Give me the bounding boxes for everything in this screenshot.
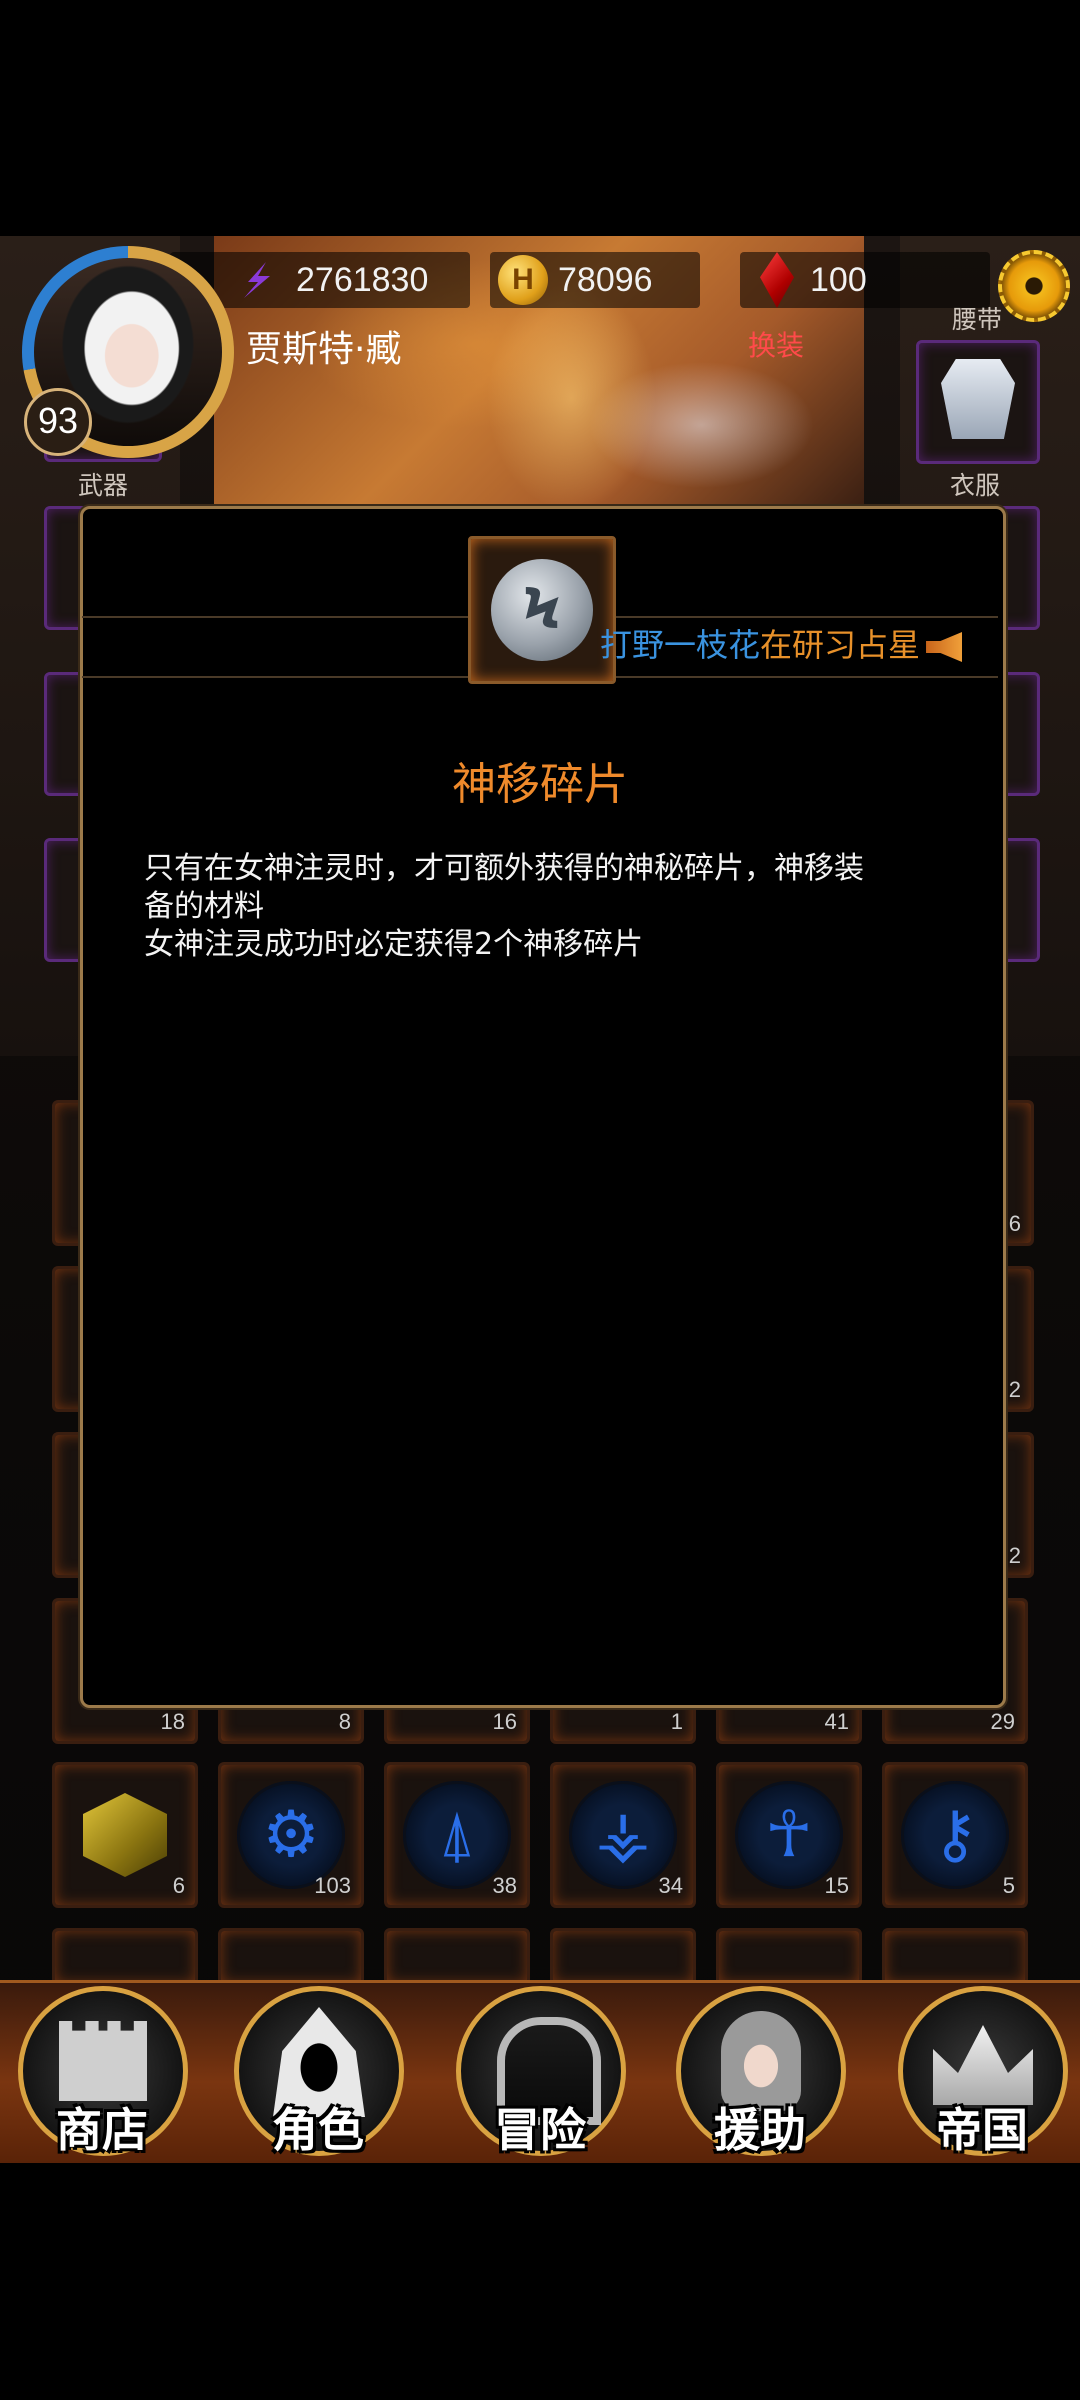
gold-coin-icon: H (498, 255, 548, 305)
announcement-player: 打野一枝花 (600, 626, 761, 664)
settings-gear-icon[interactable] (998, 250, 1070, 322)
nav-shop-button[interactable]: 商店 (18, 1986, 188, 2157)
item-count: 103 (314, 1873, 351, 1898)
power-display: 2761830 (236, 252, 428, 308)
power-bolt-icon (244, 262, 270, 298)
inventory-slot[interactable] (882, 1928, 1028, 1986)
item-count: 34 (658, 1873, 683, 1898)
item-count: 29 (990, 1709, 1015, 1734)
power-value: 2761830 (296, 260, 429, 299)
armor-icon (941, 359, 1015, 439)
inventory-slot[interactable] (52, 1928, 198, 1986)
item-count: 2 (1008, 1377, 1021, 1402)
nav-adventure-button[interactable]: 冒险 (456, 1986, 626, 2157)
level-badge: 93 (24, 388, 92, 456)
equipment-slot-clothes[interactable] (916, 340, 1040, 464)
inventory-slot[interactable] (384, 1928, 530, 1986)
item-count: 5 (1002, 1873, 1015, 1898)
rune-icon: ⚷ (901, 1781, 1009, 1889)
inventory-slot[interactable] (550, 1928, 696, 1986)
item-detail-dialog[interactable] (80, 506, 1006, 1708)
item-description-line: 只有在女神注灵时，才可额外获得的神秘碎片，神移装 (144, 851, 864, 886)
item-description: 只有在女神注灵时，才可额外获得的神秘碎片，神移装 备的材料 女神注灵成功时必定获… (144, 850, 964, 964)
announcement-text: 在研习占星 (760, 626, 921, 664)
gold-display: H 78096 (498, 252, 653, 308)
nav-empire-label: 帝国 (936, 2103, 1028, 2157)
nav-adventure-label: 冒险 (494, 2103, 586, 2157)
nav-character-button[interactable]: 角色 (234, 1986, 404, 2157)
item-count: 2 (1008, 1543, 1021, 1568)
inventory-slot[interactable]: ⚷ 5 (882, 1762, 1028, 1908)
item-count: 18 (160, 1709, 185, 1734)
item-count: 8 (338, 1709, 351, 1734)
game-screen: 武器 腰带 衣服 2761830 H 78096 100 93 贾斯特·臧 换装… (0, 0, 1080, 2400)
horn-icon (926, 632, 963, 662)
gem-display[interactable]: 100 (760, 252, 867, 308)
item-description-line: 女神注灵成功时必定获得2个神移碎片 (144, 927, 644, 962)
inventory-slot[interactable]: ⚙ 103 (218, 1762, 364, 1908)
inventory-slot[interactable]: ☥ 15 (716, 1762, 862, 1908)
ruby-gem-icon (760, 252, 794, 308)
nav-support-label: 援助 (714, 2103, 806, 2157)
item-description-line: 备的材料 (144, 889, 264, 924)
item-count: 41 (824, 1709, 849, 1734)
yellow-cube-icon (83, 1793, 167, 1877)
equipment-label-clothes: 衣服 (949, 471, 1000, 500)
item-icon-frame: Ϟ (468, 536, 616, 684)
inventory-slot[interactable] (716, 1928, 862, 1986)
nav-support-button[interactable]: 援助 (676, 1986, 846, 2157)
item-count: 6 (172, 1873, 185, 1898)
inventory-slot[interactable]: ⚶ 34 (550, 1762, 696, 1908)
gem-value: 100 (810, 260, 867, 299)
item-count: 15 (824, 1873, 849, 1898)
grey-stone-shard-icon: Ϟ (491, 559, 593, 661)
item-count: 16 (492, 1709, 517, 1734)
item-count: 38 (492, 1873, 517, 1898)
nav-character-label: 角色 (272, 2103, 364, 2157)
nav-shop-label: 商店 (56, 2103, 148, 2157)
item-count: 1 (670, 1709, 683, 1734)
announcement-ticker: 打野一枝花在研习占星 (600, 620, 963, 666)
outfit-button[interactable]: 换装 (748, 324, 804, 364)
nav-empire-button[interactable]: 帝国 (898, 1986, 1068, 2157)
inventory-slot[interactable] (218, 1928, 364, 1986)
gold-value: 78096 (558, 260, 653, 299)
inventory-slot[interactable]: 6 (52, 1762, 198, 1908)
inventory-slot[interactable]: ⍋ 38 (384, 1762, 530, 1908)
item-count: 6 (1008, 1211, 1021, 1236)
equipment-label-weapon: 武器 (77, 471, 128, 500)
item-title: 神移碎片 (452, 759, 628, 810)
player-name: 贾斯特·臧 (246, 329, 402, 370)
